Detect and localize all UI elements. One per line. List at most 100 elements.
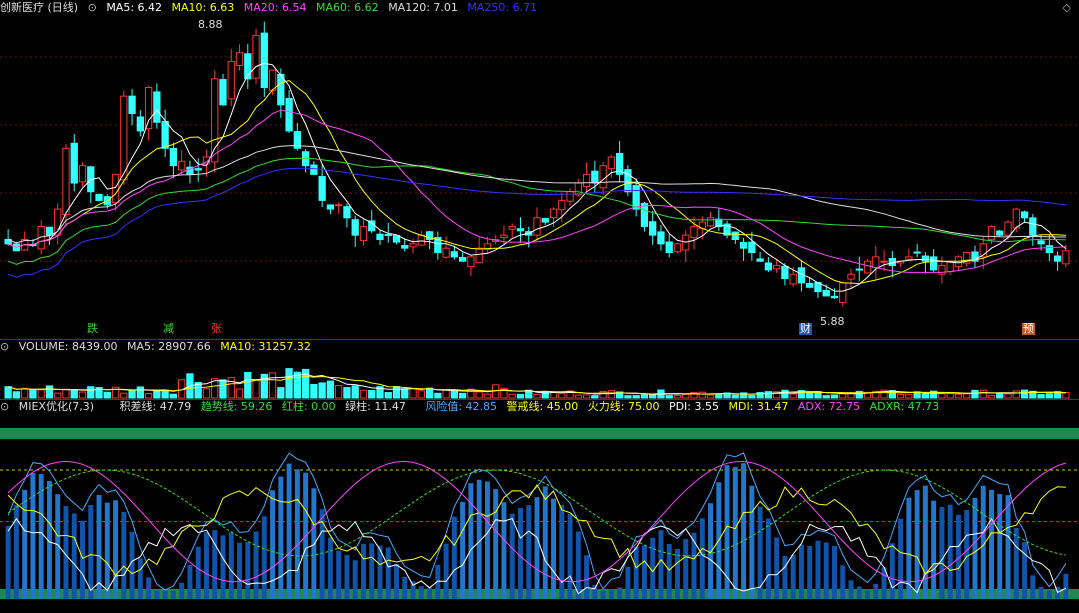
indicator-chart[interactable] — [0, 399, 1079, 613]
candle-body — [260, 32, 268, 88]
candle-body — [731, 231, 739, 240]
candle-body — [921, 255, 930, 262]
candle-body — [144, 86, 153, 130]
volume-bar — [351, 385, 359, 399]
candle-body — [748, 241, 756, 254]
ma250-value: MA250: 6.71 — [467, 1, 538, 14]
indicator-bar — [344, 555, 350, 599]
volume-bar — [12, 391, 21, 399]
volume-bar — [822, 395, 830, 399]
volume-bar — [1045, 393, 1053, 399]
candle-body — [1004, 221, 1012, 236]
indicator-bar — [129, 531, 135, 599]
indicator-bar — [1005, 495, 1011, 599]
collapse-circle-icon[interactable]: ⊙ — [88, 1, 97, 14]
volume-bar — [1037, 394, 1045, 399]
indicator-bar — [154, 590, 160, 599]
candle-body — [789, 273, 797, 285]
volume-bar — [425, 387, 434, 399]
candle-body — [938, 265, 946, 275]
indicator-bar — [922, 485, 928, 599]
price-low-label: 5.88 — [820, 315, 845, 328]
ma60-value: MA60: 6.62 — [315, 1, 379, 14]
indicator-bar — [551, 498, 557, 599]
volume-bar — [458, 392, 467, 399]
volume-bar — [161, 390, 169, 399]
candle-body — [880, 260, 888, 263]
volume-bar — [624, 395, 632, 399]
price-chart-pane[interactable]: 创新医疗 (日线) ⊙ MA5: 6.42 MA10: 6.63 MA20: 6… — [0, 0, 1079, 339]
event-marker-die[interactable]: 跌 — [86, 323, 99, 335]
mdi-value: MDI: 31.47 — [728, 400, 789, 413]
indicator-bar — [311, 488, 317, 599]
indicator-bar — [732, 467, 738, 599]
indicator-bar — [162, 590, 168, 599]
indicator-bar — [567, 513, 573, 599]
indicator-bar — [146, 577, 152, 599]
candlestick-chart[interactable] — [0, 0, 1079, 339]
candle-body — [376, 233, 384, 240]
volume-bar — [169, 393, 178, 399]
collapse-circle-icon[interactable]: ⊙ — [0, 340, 9, 353]
volume-bar — [475, 391, 483, 399]
candle-body — [591, 170, 599, 184]
event-marker-zhang[interactable]: 张 — [210, 323, 223, 335]
indicator-bar — [220, 535, 226, 599]
volume-bar — [277, 387, 285, 399]
candle-body — [640, 203, 649, 227]
candle-body — [665, 241, 673, 254]
collapse-circle-icon[interactable]: ⊙ — [0, 400, 9, 413]
indicator-bar — [807, 545, 813, 599]
candle-body — [111, 173, 120, 204]
volume-bar — [938, 393, 946, 399]
candle-body — [128, 95, 136, 115]
volume-bar — [301, 368, 310, 399]
candle-body — [690, 225, 698, 238]
indicator-bar — [1063, 573, 1069, 599]
candle-body — [863, 260, 872, 274]
candle-body — [194, 168, 202, 171]
candle-body — [467, 256, 475, 268]
volume-bar — [715, 393, 723, 399]
volume-bar — [384, 392, 392, 399]
candle-body — [739, 242, 748, 249]
candle-body — [1012, 208, 1020, 229]
indicator-pane[interactable]: ⊙ MIEX优化(7,3) 积差线: 47.79 趋势线: 59.26 红柱: … — [0, 399, 1079, 613]
event-marker-cai[interactable]: 财 — [799, 323, 812, 335]
indicator-bar — [939, 507, 945, 599]
indicator-bar — [559, 504, 565, 599]
indicator-bar — [137, 558, 143, 599]
stock-title: 创新医疗 (日线) — [0, 1, 79, 14]
event-marker-yu[interactable]: 预 — [1022, 323, 1035, 335]
indicator-bar — [418, 586, 424, 599]
indicator-bar — [451, 516, 457, 599]
indicator-bar — [584, 555, 590, 599]
candle-body — [178, 160, 186, 171]
volume-bar — [153, 389, 161, 399]
indicator-bar — [840, 565, 846, 599]
candle-body — [541, 218, 549, 223]
candle-body — [1020, 211, 1029, 219]
volume-bar — [62, 388, 70, 399]
event-marker-jian[interactable]: 减 — [162, 323, 175, 335]
volume-bar — [921, 393, 930, 399]
indicator-bar — [666, 543, 672, 599]
indicator-bar — [617, 587, 623, 599]
indicator-bar — [1013, 527, 1019, 599]
volume-bar — [558, 392, 566, 399]
volume-bar — [359, 389, 368, 399]
volume-bar — [21, 387, 29, 399]
volume-bar — [665, 395, 673, 399]
indicator-bar — [708, 503, 714, 599]
volume-bar — [748, 395, 756, 399]
volume-bar — [70, 389, 78, 399]
volume-bar — [128, 389, 136, 399]
volume-bar — [434, 392, 442, 399]
volume-pane[interactable]: ⊙ VOLUME: 8439.00 MA5: 28907.66 MA10: 31… — [0, 339, 1079, 399]
indicator-header: ⊙ MIEX优化(7,3) 积差线: 47.79 趋势线: 59.26 红柱: … — [0, 399, 945, 414]
volume-bar — [335, 385, 343, 399]
indicator-bar — [790, 554, 796, 599]
indicator-bar — [865, 590, 871, 599]
indicator-bar — [443, 543, 449, 599]
indicator-bar — [641, 545, 647, 599]
